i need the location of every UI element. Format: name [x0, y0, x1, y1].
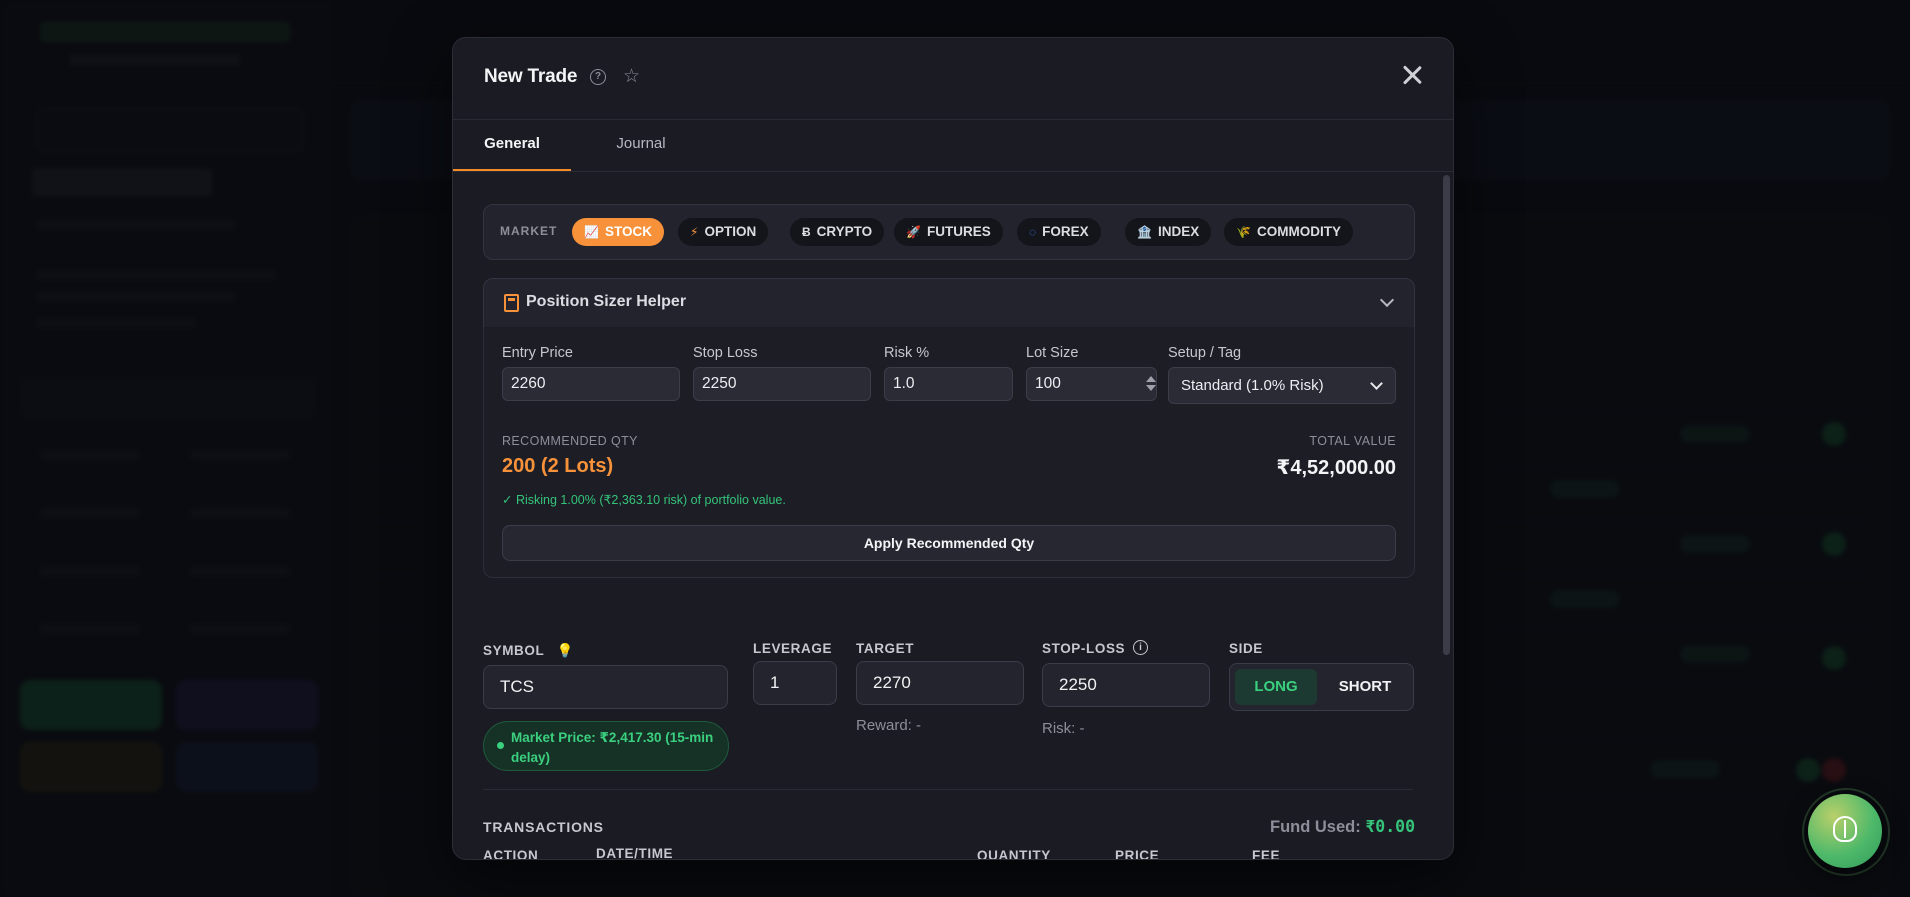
tx-header-fee: FEE: [1252, 848, 1281, 860]
stop-loss-field-input[interactable]: 2250: [1042, 663, 1210, 707]
new-trade-modal: New Trade ? ☆ General Journal MARKET 📈 ST…: [452, 37, 1454, 860]
entry-price-label: Entry Price: [502, 345, 573, 361]
symbol-label: SYMBOL 💡: [483, 643, 574, 658]
market-chip-commodity[interactable]: 🌾 COMMODITY: [1224, 218, 1353, 246]
risk-percent-input[interactable]: 1.0: [884, 367, 1013, 401]
help-icon[interactable]: ?: [590, 69, 606, 85]
side-label: SIDE: [1229, 641, 1263, 656]
side-short-button[interactable]: SHORT: [1324, 669, 1406, 705]
star-icon[interactable]: ☆: [623, 65, 640, 88]
leverage-label: LEVERAGE: [753, 641, 833, 656]
setup-tag-label: Setup / Tag: [1168, 345, 1242, 361]
tab-general[interactable]: General: [453, 119, 571, 171]
bulb-icon[interactable]: 💡: [556, 643, 573, 658]
modal-body: MARKET 📈 STOCK ⚡ OPTION Ƀ CRYPTO 🚀 FUTURES ◌…: [453, 171, 1453, 859]
symbol-input[interactable]: TCS: [483, 665, 728, 709]
setup-tag-select[interactable]: Standard (1.0% Risk): [1168, 367, 1396, 404]
market-chip-index[interactable]: 🏦 INDEX: [1125, 218, 1212, 246]
tx-header-datetime: DATE/TIME: [596, 846, 674, 860]
market-chip-futures[interactable]: 🚀 FUTURES: [894, 218, 1003, 246]
chevron-down-icon: [1379, 292, 1395, 308]
market-selector: MARKET 📈 STOCK ⚡ OPTION Ƀ CRYPTO 🚀 FUTURES ◌…: [483, 204, 1415, 260]
chart-icon: 📈: [584, 225, 599, 239]
lot-size-label: Lot Size: [1026, 345, 1079, 361]
tab-journal[interactable]: Journal: [601, 119, 681, 171]
position-sizer-title: Position Sizer Helper: [526, 293, 687, 310]
section-divider: [483, 789, 1413, 790]
ai-assistant-button[interactable]: [1808, 794, 1882, 868]
recommended-qty-label: RECOMMENDED QTY: [502, 434, 638, 448]
target-input[interactable]: 2270: [856, 661, 1024, 705]
market-chip-forex[interactable]: ◌ FOREX: [1017, 218, 1101, 246]
fund-used-value: ₹0.00: [1365, 817, 1415, 836]
market-chip-stock[interactable]: 📈 STOCK: [572, 218, 664, 246]
recommended-qty-value: 200 (2 Lots): [502, 455, 614, 477]
fund-used: Fund Used: ₹0.00: [1269, 817, 1415, 836]
reward-note: Reward: -: [856, 717, 922, 734]
globe-icon: ◌: [1029, 225, 1037, 239]
position-sizer-panel: Entry Price 2260 Stop Loss 2250 Risk % 1…: [483, 327, 1415, 578]
market-chip-option[interactable]: ⚡ OPTION: [678, 218, 769, 246]
market-label: MARKET: [500, 224, 558, 238]
side-long-button[interactable]: LONG: [1235, 669, 1317, 705]
total-value: ₹4,52,000.00: [1276, 457, 1396, 479]
apply-recommended-qty-button[interactable]: Apply Recommended Qty: [502, 525, 1396, 561]
tx-header-quantity: QUANTITY: [977, 848, 1051, 860]
market-chip-crypto[interactable]: Ƀ CRYPTO: [790, 218, 885, 246]
chevron-down-icon: [1370, 377, 1383, 390]
leverage-input[interactable]: 1: [753, 661, 837, 705]
lot-size-input[interactable]: 100: [1026, 367, 1157, 401]
stop-loss-label: Stop Loss: [693, 345, 758, 361]
wheat-icon: 🌾: [1236, 225, 1251, 239]
stop-loss-input[interactable]: 2250: [693, 367, 871, 401]
entry-price-input[interactable]: 2260: [502, 367, 680, 401]
close-icon[interactable]: [1397, 60, 1427, 90]
modal-tabs: General Journal: [453, 119, 1453, 172]
tx-header-price: PRICE: [1115, 848, 1160, 860]
market-price-badge: Market Price: ₹2,417.30 (15-min delay): [483, 721, 729, 771]
calculator-icon: [504, 294, 519, 312]
info-icon[interactable]: i: [1133, 640, 1148, 655]
risk-note: Risk: -: [1042, 720, 1085, 737]
rocket-icon: 🚀: [906, 225, 921, 239]
modal-header: New Trade ? ☆: [453, 38, 1453, 120]
bolt-icon: ⚡: [690, 225, 699, 239]
target-label: TARGET: [856, 641, 915, 656]
transactions-title: TRANSACTIONS: [483, 819, 604, 835]
side-toggle: LONG SHORT: [1229, 663, 1414, 711]
risk-percent-label: Risk %: [884, 345, 930, 361]
stop-loss-field-label: STOP-LOSS: [1042, 641, 1126, 656]
bank-icon: 🏦: [1137, 225, 1152, 239]
modal-title: New Trade: [484, 66, 578, 87]
bitcoin-icon: Ƀ: [802, 225, 811, 239]
risk-summary: ✓ Risking 1.00% (₹2,363.10 risk) of port…: [502, 493, 786, 507]
tx-header-action: ACTION: [483, 848, 539, 860]
position-sizer-toggle[interactable]: Position Sizer Helper: [483, 278, 1415, 328]
brain-icon: [1833, 816, 1857, 842]
total-value-label: TOTAL VALUE: [1309, 434, 1396, 448]
